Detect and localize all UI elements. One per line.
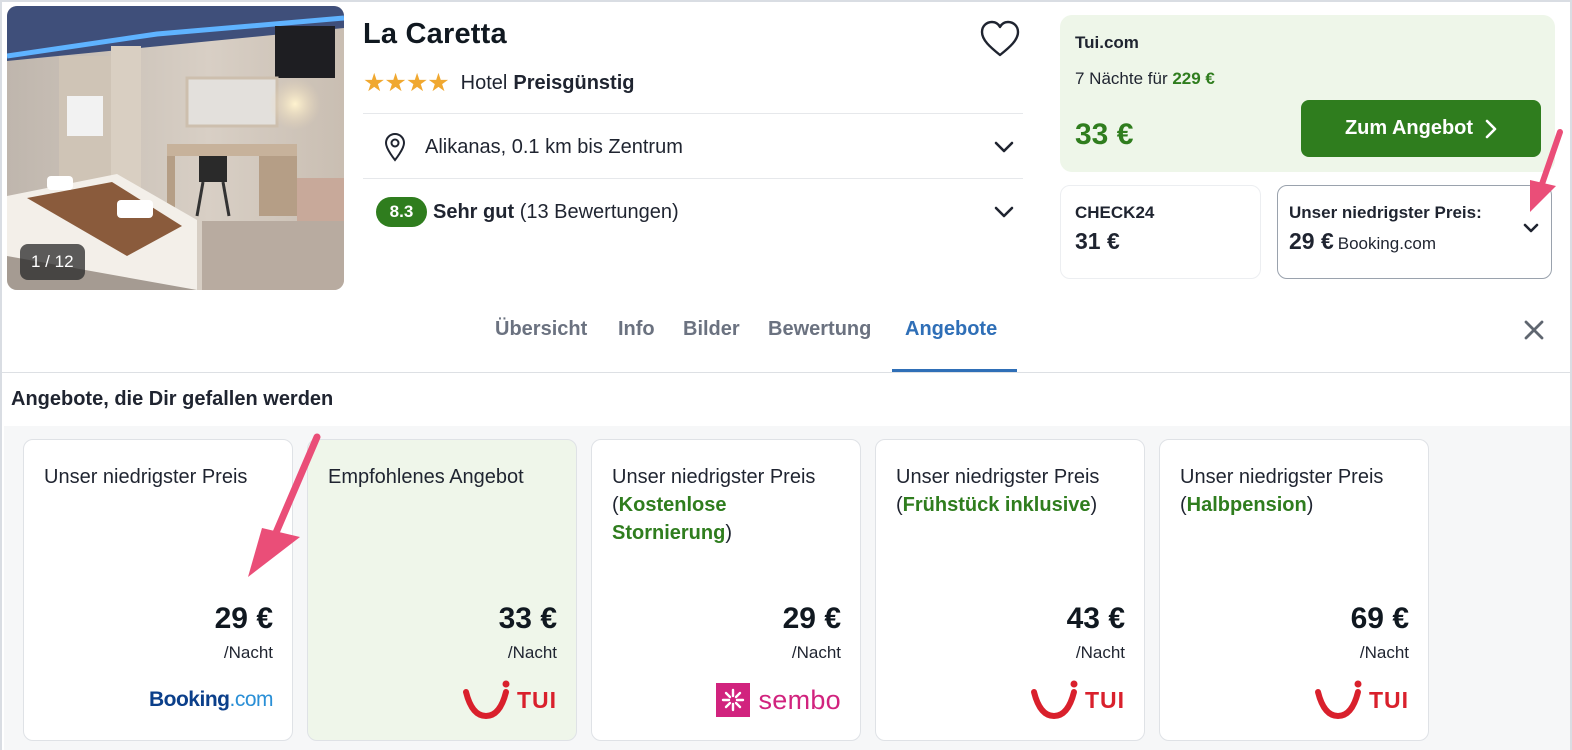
- chevron-down-icon[interactable]: [993, 140, 1015, 154]
- offer-card[interactable]: Unser niedrigster Preis (Frühstück inklu…: [875, 439, 1145, 741]
- offer-card-title: Unser niedrigster Preis (Halbpension): [1180, 463, 1420, 519]
- tui-smile-icon: [1314, 680, 1362, 720]
- offer-qualifier-open: (: [612, 494, 619, 516]
- tui-wordmark: TUI: [1084, 686, 1125, 713]
- tab-overview[interactable]: Übersicht: [495, 318, 587, 341]
- tab-offers[interactable]: Angebote: [905, 318, 997, 341]
- offer-price: 33 €: [498, 602, 557, 635]
- active-tab-indicator: [892, 369, 1017, 372]
- tui-logo: TUI: [462, 680, 557, 720]
- offer-unit: /Nacht: [1359, 643, 1409, 662]
- offer-price: 69 €: [1350, 602, 1409, 635]
- booking-logo: Booking.com: [148, 680, 274, 720]
- offer-title: Unser niedrigster Preis: [896, 466, 1100, 488]
- location-text: Alikanas, 0.1 km bis Zentrum: [425, 135, 683, 158]
- chevron-right-icon: [1485, 119, 1497, 138]
- score-badge: 8.3: [376, 197, 427, 227]
- chevron-down-icon: [1523, 223, 1539, 233]
- photo-counter: 1 / 12: [20, 244, 85, 280]
- tui-smile-icon: [462, 680, 510, 720]
- close-icon[interactable]: [1522, 318, 1546, 342]
- offer-unit: /Nacht: [791, 643, 841, 662]
- lowest-price-value: 29 € Booking.com: [1289, 228, 1436, 255]
- lowest-price-label: Unser niedrigster Preis:: [1289, 203, 1482, 222]
- offer-price: 29 €: [214, 602, 273, 635]
- price-class: Preisgünstig: [513, 71, 635, 94]
- tab-bar: Übersicht Info Bilder Bewertung Angebote: [2, 298, 1570, 373]
- rating-label: Sehr gut: [433, 200, 515, 223]
- offer-title: Unser niedrigster Preis: [1180, 466, 1384, 488]
- rating-count: (13 Bewertungen): [519, 200, 679, 223]
- offer-qualifier-open: (: [896, 494, 903, 516]
- tui-wordmark: TUI: [516, 686, 557, 713]
- offer-qualifier-open: (: [1180, 494, 1187, 516]
- offer-qualifier-close: ): [1090, 494, 1098, 516]
- offer-qualifier: Frühstück inklusive: [902, 494, 1091, 516]
- hotel-detail-panel: 1 / 12 La Caretta ★★★★ Hotel Preisgünsti…: [0, 0, 1572, 750]
- star-rating: ★★★★: [363, 69, 450, 97]
- tab-images[interactable]: Bilder: [683, 318, 740, 341]
- hotel-category: Hotel: [460, 71, 508, 94]
- divider: [363, 113, 1023, 114]
- main-offer-panel: Tui.com 7 Nächte für 229 € 33 € Zum Ange…: [1060, 15, 1555, 172]
- booking-logo-part2: .com: [229, 688, 273, 711]
- to-offer-label: Zum Angebot: [1344, 117, 1474, 139]
- tab-reviews[interactable]: Bewertung: [768, 318, 871, 341]
- hotel-photo[interactable]: 1 / 12: [7, 6, 344, 290]
- offer-unit: /Nacht: [507, 643, 557, 662]
- hotel-classification: ★★★★ Hotel Preisgünstig: [363, 68, 635, 98]
- lowest-price-amount: 29 €: [1289, 228, 1334, 254]
- tui-wordmark: TUI: [1368, 686, 1409, 713]
- main-offer-price: 33 €: [1075, 118, 1134, 151]
- offer-card-title: Unser niedrigster Preis: [44, 463, 284, 491]
- sembo-wordmark: sembo: [758, 684, 841, 715]
- offer-price: 43 €: [1066, 602, 1125, 635]
- tab-info[interactable]: Info: [618, 318, 655, 341]
- location-row[interactable]: Alikanas, 0.1 km bis Zentrum: [363, 115, 1023, 179]
- chevron-down-icon[interactable]: [993, 205, 1015, 219]
- location-pin-icon: [384, 132, 406, 162]
- heart-icon[interactable]: [978, 17, 1022, 61]
- nights-text: 7 Nächte für: [1075, 69, 1168, 88]
- rating-row[interactable]: 8.3 Sehr gut (13 Bewertungen): [363, 180, 1023, 244]
- check24-price: 31 €: [1075, 228, 1120, 254]
- offer-card-title: Empfohlenes Angebot: [328, 463, 568, 491]
- total-price: 229 €: [1172, 69, 1215, 88]
- main-offer-provider: Tui.com: [1075, 33, 1139, 52]
- offer-qualifier: Kostenlose Stornierung: [612, 494, 727, 544]
- offers-section-title: Angebote, die Dir gefallen werden: [11, 388, 334, 410]
- offer-card[interactable]: Unser niedrigster Preis 29 € /Nacht Book…: [23, 439, 293, 741]
- offer-title: Unser niedrigster Preis: [44, 466, 248, 488]
- offer-card-title: Unser niedrigster Preis (Kostenlose Stor…: [612, 463, 852, 547]
- lowest-price-provider: Booking.com: [1337, 234, 1437, 253]
- main-offer-nights: 7 Nächte für 229 €: [1075, 69, 1215, 89]
- rating-text: Sehr gut (13 Bewertungen): [433, 201, 679, 224]
- check24-name: CHECK24: [1075, 203, 1155, 222]
- offer-title: Unser niedrigster Preis: [612, 466, 816, 488]
- offer-unit: /Nacht: [223, 643, 273, 662]
- offer-qualifier: Halbpension: [1186, 494, 1307, 516]
- tui-logo: TUI: [1314, 680, 1409, 720]
- sembo-sun-icon: [716, 683, 751, 717]
- offer-qualifier-close: ): [1306, 494, 1314, 516]
- booking-logo-part1: Booking: [148, 688, 230, 711]
- offer-card[interactable]: Unser niedrigster Preis (Kostenlose Stor…: [591, 439, 861, 741]
- offer-card[interactable]: Unser niedrigster Preis (Halbpension) 69…: [1159, 439, 1429, 741]
- offer-title: Empfohlenes Angebot: [328, 466, 524, 488]
- to-offer-button[interactable]: Zum Angebot: [1301, 100, 1541, 157]
- offer-card-recommended[interactable]: Empfohlenes Angebot 33 € /Nacht TUI: [307, 439, 577, 741]
- sembo-logo: sembo: [716, 680, 841, 720]
- lowest-price-dropdown[interactable]: Unser niedrigster Preis: 29 € Booking.com: [1277, 185, 1552, 279]
- tui-smile-icon: [1030, 680, 1078, 720]
- offer-qualifier-close: ): [725, 522, 733, 544]
- check24-offer[interactable]: CHECK24 31 €: [1060, 185, 1261, 279]
- hotel-name: La Caretta: [363, 18, 507, 50]
- tui-logo: TUI: [1030, 680, 1125, 720]
- offer-price: 29 €: [782, 602, 841, 635]
- divider: [363, 178, 1023, 179]
- offer-unit: /Nacht: [1075, 643, 1125, 662]
- offer-card-title: Unser niedrigster Preis (Frühstück inklu…: [896, 463, 1136, 519]
